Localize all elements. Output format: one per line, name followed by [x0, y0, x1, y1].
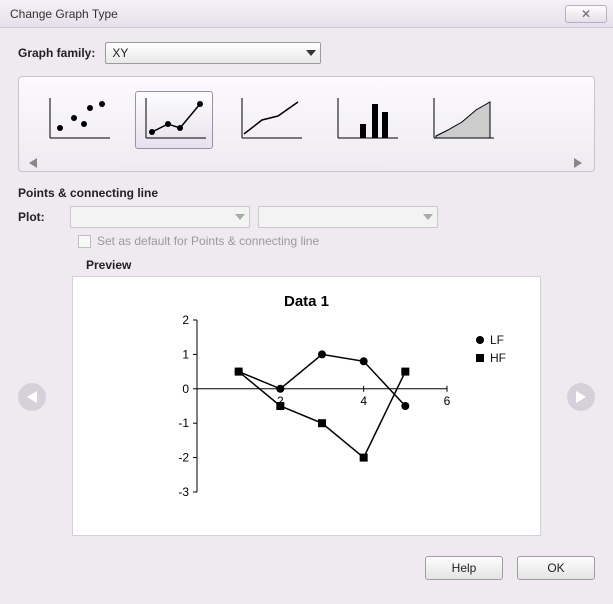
- graph-type-thumb-line[interactable]: [231, 91, 309, 149]
- chevron-down-icon: [235, 214, 245, 220]
- preview-label: Preview: [86, 258, 541, 272]
- chevron-down-icon: [423, 214, 433, 220]
- graph-type-thumb-column[interactable]: [327, 91, 405, 149]
- close-icon: ✕: [581, 7, 591, 21]
- svg-text:-3: -3: [178, 485, 189, 499]
- default-checkbox[interactable]: [78, 235, 91, 248]
- preview-next-button[interactable]: [567, 383, 595, 411]
- default-check-row: Set as default for Points & connecting l…: [78, 234, 595, 248]
- default-check-label: Set as default for Points & connecting l…: [97, 234, 319, 248]
- svg-text:-1: -1: [178, 416, 189, 430]
- triangle-left-icon: [27, 391, 37, 403]
- svg-text:-2: -2: [178, 451, 189, 465]
- close-button[interactable]: ✕: [565, 5, 607, 23]
- section-title: Points & connecting line: [18, 186, 595, 200]
- dialog-footer: Help OK: [0, 546, 613, 592]
- preview-prev-button[interactable]: [18, 383, 46, 411]
- plot-label: Plot:: [18, 210, 52, 224]
- chevron-down-icon: [306, 50, 316, 56]
- graph-family-value: XY: [112, 46, 128, 60]
- circle-marker-icon: [476, 336, 484, 344]
- plot-combo-1[interactable]: [70, 206, 250, 228]
- square-marker-icon: [476, 354, 484, 362]
- graph-type-thumb-points-line[interactable]: [135, 91, 213, 149]
- legend-item: LF: [476, 333, 506, 347]
- svg-text:1: 1: [182, 347, 189, 361]
- triangle-right-icon: [576, 391, 586, 403]
- svg-text:2: 2: [182, 314, 189, 327]
- ok-button[interactable]: OK: [517, 556, 595, 580]
- legend-item: HF: [476, 351, 506, 365]
- svg-text:0: 0: [182, 382, 189, 396]
- graph-type-gallery: [18, 76, 595, 172]
- plot-row: Plot:: [18, 206, 595, 228]
- titlebar: Change Graph Type ✕: [0, 0, 613, 28]
- graph-type-thumb-area[interactable]: [423, 91, 501, 149]
- graph-family-combo[interactable]: XY: [105, 42, 321, 64]
- help-button[interactable]: Help: [425, 556, 503, 580]
- preview-box: Data 1 -3-2-1012246 LFHF: [72, 276, 541, 536]
- svg-text:6: 6: [443, 394, 450, 408]
- svg-text:4: 4: [360, 394, 367, 408]
- scroll-left-icon[interactable]: [29, 157, 39, 167]
- graph-family-label: Graph family:: [18, 46, 95, 60]
- chart-legend: LF HF: [476, 333, 506, 369]
- preview-chart: -3-2-1012246: [157, 314, 457, 514]
- dialog-content: Graph family: XY Points & connecting lin…: [0, 28, 613, 546]
- scroll-right-icon[interactable]: [574, 157, 584, 167]
- legend-label: HF: [490, 351, 506, 365]
- window-title: Change Graph Type: [10, 7, 118, 21]
- graph-family-row: Graph family: XY: [18, 42, 595, 64]
- legend-label: LF: [490, 333, 504, 347]
- plot-combo-2[interactable]: [258, 206, 438, 228]
- preview-area: Preview Data 1 -3-2-1012246 LFHF: [18, 258, 595, 536]
- graph-type-thumb-scatter[interactable]: [39, 91, 117, 149]
- gallery-scroll: [29, 157, 584, 167]
- chart-title: Data 1: [83, 293, 530, 310]
